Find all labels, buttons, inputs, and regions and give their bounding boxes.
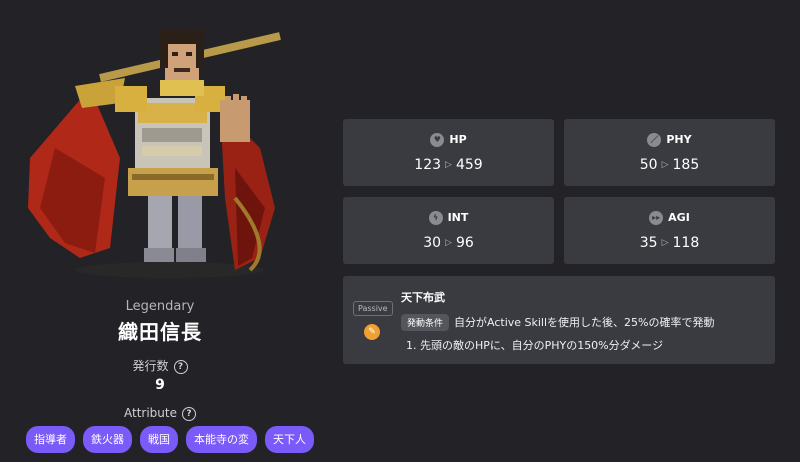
attribute-tags: 指導者 鉄火器 戦国 本能寺の変 天下人 [26,426,314,453]
stat-card-hp: ♥ HP 123 ▷ 459 [343,119,554,186]
stat-max-value: 118 [672,235,700,251]
stat-card-phy: ／ PHY 50 ▷ 185 [564,119,775,186]
stat-card-int: ϟ INT 30 ▷ 96 [343,197,554,264]
stat-max-value: 185 [672,157,700,173]
skill-name: 天下布武 [401,291,445,304]
attribute-tag[interactable]: 天下人 [265,426,314,453]
lightning-icon: ϟ [428,211,443,225]
sword-skill-icon: ✎ [364,324,380,340]
stat-base-value: 123 [414,157,442,173]
attribute-label: Attribute? [0,406,320,421]
attribute-tag[interactable]: 鉄火器 [83,426,132,453]
stat-max-value: 96 [455,235,474,251]
sword-icon: ／ [647,133,662,147]
attribute-tag[interactable]: 本能寺の変 [186,426,257,453]
rarity-label: Legendary [125,299,195,314]
stat-label: INT [447,211,469,224]
stat-max-value: 459 [455,157,483,173]
issue-count-label-text: 発行数 [132,359,169,373]
stat-base-value: 30 [423,235,442,251]
stat-label: AGI [668,211,690,224]
heart-icon: ♥ [430,133,445,147]
effect-text: 1. 先頭の敵のHPに、自分のPHYの150%分ダメージ [406,339,664,352]
passive-badge: Passive [353,301,393,316]
condition-label: 発動条件 [401,314,450,331]
arrow-right-icon: ▷ [445,160,452,170]
condition-text: 自分がActive Skillを使用した後、25%の確率で発動 [454,316,715,329]
stat-label: PHY [666,133,692,146]
arrow-right-icon: ▷ [661,160,669,170]
stat-base-value: 50 [639,157,658,173]
stat-label: HP [449,133,467,146]
character-portrait [28,30,281,278]
character-name: 織田信長 [118,320,202,344]
stat-base-value: 35 [639,235,658,251]
attribute-tag[interactable]: 指導者 [26,426,75,453]
issue-count-value: 9 [155,377,165,393]
issue-count-label: 発行数? [0,357,320,374]
attribute-label-text: Attribute [124,406,177,420]
arrow-right-icon: ▷ [445,238,452,248]
stat-card-agi: ▸▸ AGI 35 ▷ 118 [564,197,775,264]
attribute-tag[interactable]: 戦国 [140,426,178,453]
arrow-right-icon: ▷ [661,238,669,248]
skill-card: Passive ✎ 天下布武 発動条件 自分がActive Skillを使用した… [343,276,775,364]
help-icon[interactable]: ? [182,406,196,421]
fast-forward-icon: ▸▸ [649,211,664,225]
help-icon[interactable]: ? [173,359,188,374]
